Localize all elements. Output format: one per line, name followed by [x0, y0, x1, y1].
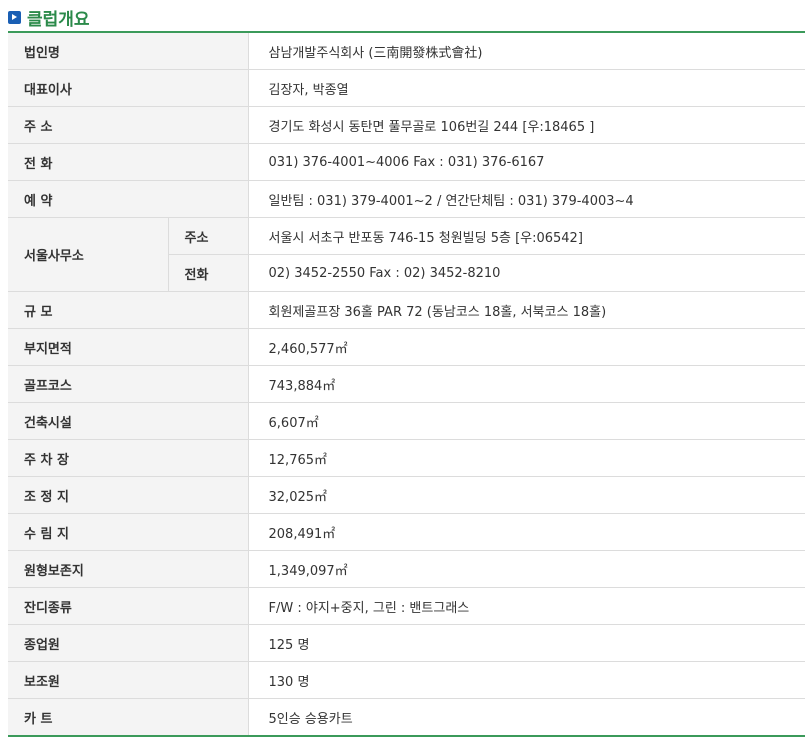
row-label: 서울사무소 — [8, 217, 168, 292]
table-row: 전 화 031) 376-4001~4006 Fax : 031) 376-61… — [8, 143, 805, 181]
sub-label: 주소 — [167, 217, 249, 255]
row-label: 잔디종류 — [8, 587, 249, 625]
table-row: 수 림 지 208,491㎡ — [8, 513, 805, 551]
row-label: 종업원 — [8, 624, 249, 662]
row-value: 2,460,577㎡ — [247, 328, 805, 366]
table-row: 건축시설 6,607㎡ — [8, 402, 805, 440]
table-row: 부지면적 2,460,577㎡ — [8, 328, 805, 366]
table-row: 법인명 삼남개발주식회사 (三南開發株式會社) — [8, 32, 805, 70]
row-value: 6,607㎡ — [247, 402, 805, 440]
arrow-right-icon — [8, 10, 21, 24]
table-row: 원형보존지 1,349,097㎡ — [8, 550, 805, 588]
table-row: 조 정 지 32,025㎡ — [8, 476, 805, 514]
row-label: 주 차 장 — [8, 439, 249, 477]
row-value: 회원제골프장 36홀 PAR 72 (동남코스 18홀, 서북코스 18홀) — [247, 291, 805, 329]
row-label: 규 모 — [8, 291, 249, 329]
row-label: 법인명 — [8, 32, 249, 70]
row-label: 건축시설 — [8, 402, 249, 440]
row-value: 32,025㎡ — [247, 476, 805, 514]
table-row: 카 트 5인승 승용카트 — [8, 698, 805, 736]
row-label: 예 약 — [8, 180, 249, 218]
table-row: 주 소 경기도 화성시 동탄면 풀무골로 106번길 244 [우:18465 … — [8, 106, 805, 144]
sub-label: 전화 — [167, 254, 249, 292]
club-overview-table: 법인명 삼남개발주식회사 (三南開發株式會社) 대표이사 김장자, 박종열 주 … — [8, 31, 805, 737]
table-row: 규 모 회원제골프장 36홀 PAR 72 (동남코스 18홀, 서북코스 18… — [8, 291, 805, 329]
row-label: 대표이사 — [8, 69, 249, 107]
row-value: 일반팀 : 031) 379-4001~2 / 연간단체팀 : 031) 379… — [247, 180, 805, 218]
row-value: 125 명 — [247, 624, 805, 662]
row-value: 743,884㎡ — [247, 365, 805, 403]
table-row: 골프코스 743,884㎡ — [8, 365, 805, 403]
table-row: 종업원 125 명 — [8, 624, 805, 662]
table-row: 서울사무소 주소 서울시 서초구 반포동 746-15 청원빌딩 5층 [우:0… — [8, 217, 805, 292]
row-value: 031) 376-4001~4006 Fax : 031) 376-6167 — [247, 143, 805, 181]
row-value: 130 명 — [247, 661, 805, 699]
row-value: 1,349,097㎡ — [247, 550, 805, 588]
row-label: 부지면적 — [8, 328, 249, 366]
row-value: 경기도 화성시 동탄면 풀무골로 106번길 244 [우:18465 ] — [247, 106, 805, 144]
row-label: 골프코스 — [8, 365, 249, 403]
row-value: 5인승 승용카트 — [247, 698, 805, 736]
section-header: 클럽개요 — [8, 5, 90, 30]
row-value: 02) 3452-2550 Fax : 02) 3452-8210 — [247, 254, 805, 292]
row-label: 수 림 지 — [8, 513, 249, 551]
row-label: 원형보존지 — [8, 550, 249, 588]
table-row: 대표이사 김장자, 박종열 — [8, 69, 805, 107]
table-row: 예 약 일반팀 : 031) 379-4001~2 / 연간단체팀 : 031)… — [8, 180, 805, 218]
row-value: 삼남개발주식회사 (三南開發株式會社) — [247, 32, 805, 70]
section-title: 클럽개요 — [27, 9, 90, 30]
row-value: F/W : 야지+중지, 그린 : 밴트그래스 — [247, 587, 805, 625]
row-value: 김장자, 박종열 — [247, 69, 805, 107]
row-value: 208,491㎡ — [247, 513, 805, 551]
table-row: 잔디종류 F/W : 야지+중지, 그린 : 밴트그래스 — [8, 587, 805, 625]
row-label: 보조원 — [8, 661, 249, 699]
row-label: 카 트 — [8, 698, 249, 736]
row-label: 조 정 지 — [8, 476, 249, 514]
row-label: 주 소 — [8, 106, 249, 144]
row-value: 서울시 서초구 반포동 746-15 청원빌딩 5층 [우:06542] — [247, 217, 805, 255]
row-label: 전 화 — [8, 143, 249, 181]
table-row: 주 차 장 12,765㎡ — [8, 439, 805, 477]
table-row: 보조원 130 명 — [8, 661, 805, 699]
row-value: 12,765㎡ — [247, 439, 805, 477]
